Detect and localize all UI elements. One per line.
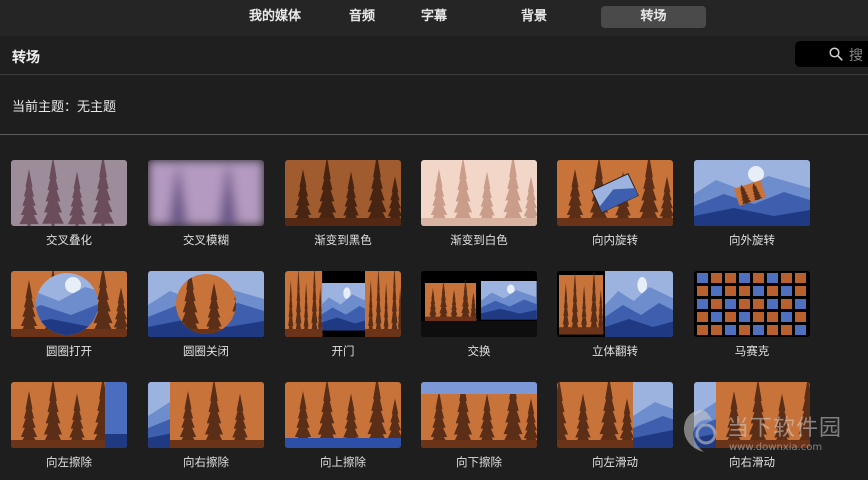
divider <box>0 134 868 135</box>
browser-header: 转场 搜 <box>0 36 868 75</box>
transition-label: 渐变到黑色 <box>314 233 372 247</box>
watermark: 当下软件园 www.downxia.com <box>682 408 862 464</box>
transition-label: 向上擦除 <box>320 455 366 469</box>
transition-wipe-up[interactable]: 向上擦除 <box>285 382 401 469</box>
transition-swap[interactable]: 交换 <box>421 271 537 358</box>
watermark-name: 当下软件园 <box>727 416 843 441</box>
transition-thumbnail[interactable] <box>285 271 401 337</box>
transition-thumbnail[interactable] <box>11 271 127 337</box>
transition-thumbnail[interactable] <box>694 160 810 226</box>
transition-thumbnail[interactable] <box>421 271 537 337</box>
transition-thumbnail[interactable] <box>285 160 401 226</box>
tab-backgrounds[interactable]: 背景 <box>505 6 563 28</box>
transition-circle-close[interactable]: 圆圈关闭 <box>148 271 264 358</box>
transition-mosaic[interactable]: 马赛克 <box>694 271 810 358</box>
transition-cross-dissolve[interactable]: 交叉叠化 <box>11 160 127 247</box>
transition-slide-left[interactable]: 向左滑动 <box>557 382 673 469</box>
transition-label: 向内旋转 <box>592 233 638 247</box>
transition-thumbnail[interactable] <box>11 382 127 448</box>
transition-label: 开门 <box>331 344 355 358</box>
transition-wipe-right[interactable]: 向右擦除 <box>148 382 264 469</box>
transition-spin-out[interactable]: 向外旋转 <box>694 160 810 247</box>
transition-thumbnail[interactable] <box>148 382 264 448</box>
transition-thumbnail[interactable] <box>148 271 264 337</box>
tab-my-media[interactable]: 我的媒体 <box>236 6 314 28</box>
transition-fade-to-white[interactable]: 渐变到白色 <box>421 160 537 247</box>
transition-label: 马赛克 <box>734 344 770 358</box>
transition-thumbnail[interactable] <box>285 382 401 448</box>
watermark-logo-icon <box>684 410 717 452</box>
transition-label: 向左擦除 <box>46 455 92 469</box>
transition-thumbnail[interactable] <box>557 271 673 337</box>
transition-wipe-left[interactable]: 向左擦除 <box>11 382 127 469</box>
watermark-url: www.downxia.com <box>729 442 823 453</box>
transition-thumbnail[interactable] <box>421 160 537 226</box>
transition-label: 立体翻转 <box>592 344 638 358</box>
transition-label: 交换 <box>467 344 491 358</box>
transition-thumbnail[interactable] <box>421 382 537 448</box>
transition-label: 渐变到白色 <box>450 233 508 247</box>
transition-doorway[interactable]: 开门 <box>285 271 401 358</box>
transition-thumbnail[interactable] <box>148 160 264 226</box>
transition-label: 向下擦除 <box>456 455 502 469</box>
transition-label: 交叉叠化 <box>46 233 92 247</box>
tab-audio[interactable]: 音频 <box>333 6 391 28</box>
transition-circle-open[interactable]: 圆圈打开 <box>11 271 127 358</box>
search-placeholder: 搜 <box>849 48 863 64</box>
transition-cube[interactable]: 立体翻转 <box>557 271 673 358</box>
tab-transitions[interactable]: 转场 <box>601 6 706 28</box>
transition-cross-blur[interactable]: 交叉模糊 <box>148 160 264 247</box>
transition-thumbnail[interactable] <box>11 160 127 226</box>
transition-thumbnail[interactable] <box>694 271 810 337</box>
transition-label: 交叉模糊 <box>183 233 229 247</box>
transition-spin-in[interactable]: 向内旋转 <box>557 160 673 247</box>
transition-wipe-down[interactable]: 向下擦除 <box>421 382 537 469</box>
search-icon <box>829 47 843 61</box>
transition-fade-to-black[interactable]: 渐变到黑色 <box>285 160 401 247</box>
top-tab-bar: 我的媒体 音频 字幕 背景 转场 <box>0 0 868 37</box>
search-field[interactable]: 搜 <box>795 41 868 67</box>
tab-titles[interactable]: 字幕 <box>405 6 463 28</box>
transition-label: 向外旋转 <box>729 233 775 247</box>
current-theme-label: 当前主题：无主题 <box>12 100 117 115</box>
transition-label: 向右擦除 <box>183 455 229 469</box>
transition-thumbnail[interactable] <box>557 382 673 448</box>
page-title: 转场 <box>12 50 40 66</box>
transition-thumbnail[interactable] <box>557 160 673 226</box>
transition-label: 圆圈关闭 <box>183 344 229 358</box>
transition-label: 向左滑动 <box>592 455 638 469</box>
transition-label: 圆圈打开 <box>46 344 92 358</box>
